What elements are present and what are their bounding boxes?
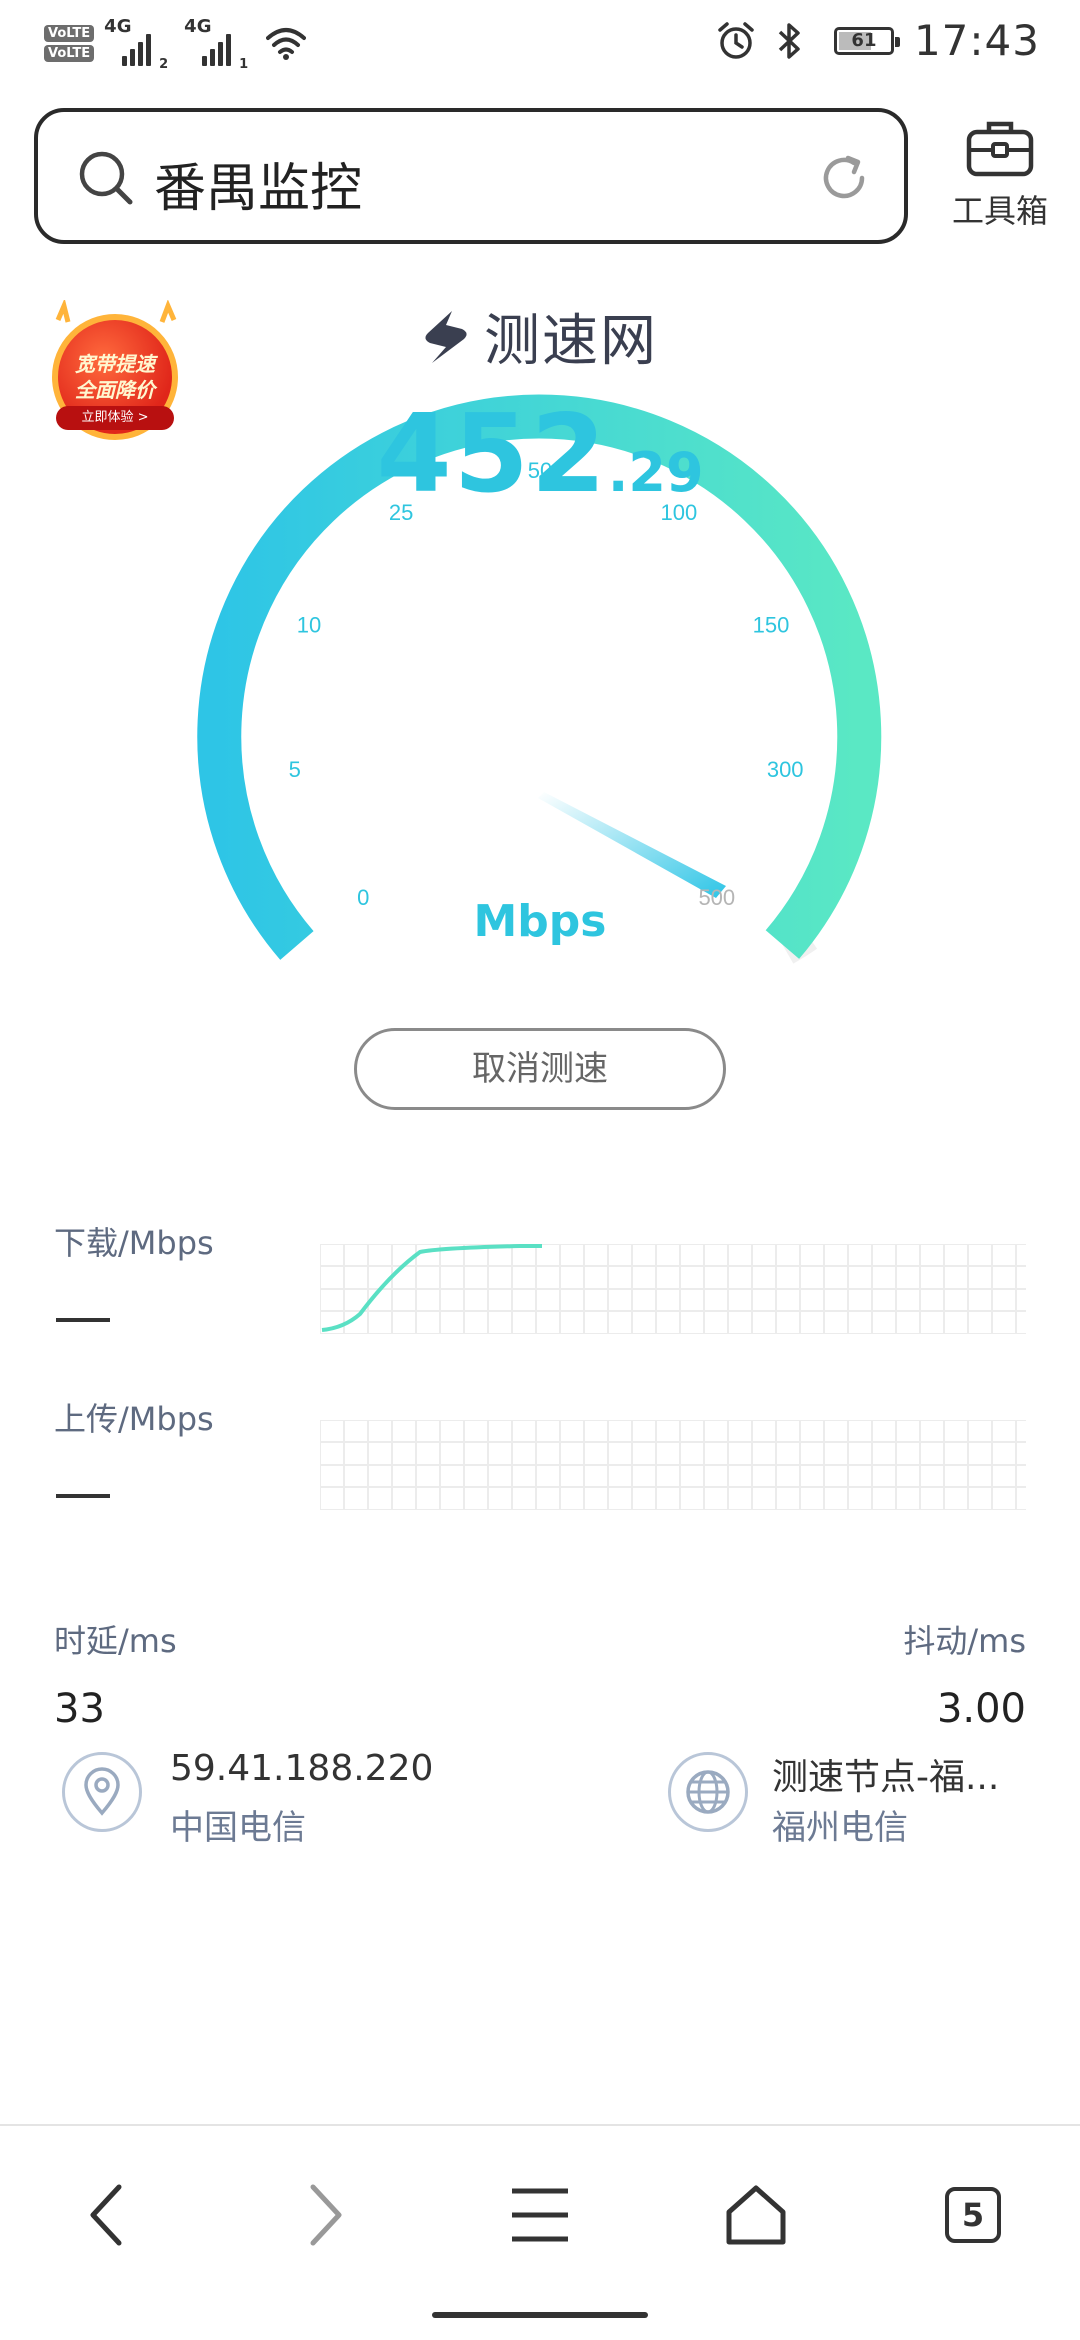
tabs-button[interactable]: 5 [928, 2170, 1018, 2260]
client-ip: 59.41.188.220 [170, 1748, 434, 1789]
brand-logo: 测速网 [418, 296, 658, 377]
alarm-icon [718, 21, 754, 59]
cancel-test-button[interactable]: 取消测速 [354, 1028, 726, 1110]
jitter-label: 抖动/ms [903, 1622, 1026, 1660]
download-graph [320, 1244, 1026, 1334]
volte-label-2: VoLTE [44, 44, 95, 62]
gauge-needle [538, 792, 726, 898]
toolbox-label: 工具箱 [951, 192, 1048, 230]
gauge-tick-150: 150 [753, 612, 790, 637]
volte-label-1: VoLTE [44, 24, 95, 42]
back-button[interactable] [62, 2170, 152, 2260]
jitter-value: 3.00 [936, 1686, 1026, 1732]
upload-value [56, 1494, 110, 1498]
speed-unit: Mbps [473, 896, 607, 947]
latency-label: 时延/ms [54, 1622, 177, 1660]
globe-icon[interactable] [668, 1752, 748, 1832]
status-bar: VoLTE VoLTE 4G 2 4G 1 61 17:43 [0, 0, 1080, 90]
menu-button[interactable] [495, 2170, 585, 2260]
speedtest-logo-icon [425, 310, 467, 363]
search-icon[interactable] [76, 148, 136, 208]
home-button[interactable] [711, 2170, 801, 2260]
speed-decimal: .29 [607, 441, 704, 504]
gauge-tick-5: 5 [289, 757, 301, 782]
bluetooth-icon [778, 22, 800, 59]
download-value [56, 1318, 110, 1322]
upload-graph [320, 1420, 1026, 1510]
volte-indicator: VoLTE VoLTE [44, 24, 95, 62]
reload-icon[interactable] [818, 152, 870, 204]
search-bar[interactable]: 番禺监控 [34, 108, 908, 244]
gauge-tick-300: 300 [767, 757, 804, 782]
brand-name: 测速网 [484, 309, 658, 374]
menu-icon[interactable] [510, 2185, 570, 2245]
speed-readout: 452.29 [0, 392, 1080, 517]
search-input[interactable]: 番禺监控 [154, 146, 362, 221]
gauge-tick-labels: 05102550100150300500 [289, 458, 804, 910]
gauge-tick-10: 10 [297, 612, 321, 637]
client-isp: 中国电信 [170, 1808, 306, 1848]
forward-icon[interactable] [305, 2183, 345, 2247]
upload-label: 上传/Mbps [54, 1400, 214, 1438]
back-icon[interactable] [87, 2183, 127, 2247]
location-pin-icon [62, 1752, 142, 1832]
signal-icon-sim1: 4G 1 [184, 16, 249, 72]
speed-value: 452 [376, 392, 608, 517]
latency-value: 33 [54, 1686, 105, 1732]
toolbox-icon[interactable] [965, 118, 1035, 178]
clock: 17:43 [913, 16, 1040, 65]
home-indicator[interactable] [432, 2312, 648, 2318]
promo-line1: 宽带提速 [75, 352, 155, 376]
server-name[interactable]: 测速节点-福... [772, 1748, 999, 1800]
home-icon[interactable] [725, 2184, 787, 2246]
toolbox-button[interactable]: 工具箱 [940, 118, 1060, 232]
battery-icon: 61 [833, 26, 900, 55]
signal-icon-sim2: 4G 2 [104, 16, 169, 72]
wifi-icon [266, 28, 307, 60]
bottom-navigation: 5 [0, 2124, 1080, 2340]
tabs-icon[interactable]: 5 [945, 2187, 1001, 2243]
download-label: 下载/Mbps [54, 1224, 214, 1262]
server-isp: 福州电信 [772, 1808, 908, 1848]
forward-button[interactable] [280, 2170, 370, 2260]
